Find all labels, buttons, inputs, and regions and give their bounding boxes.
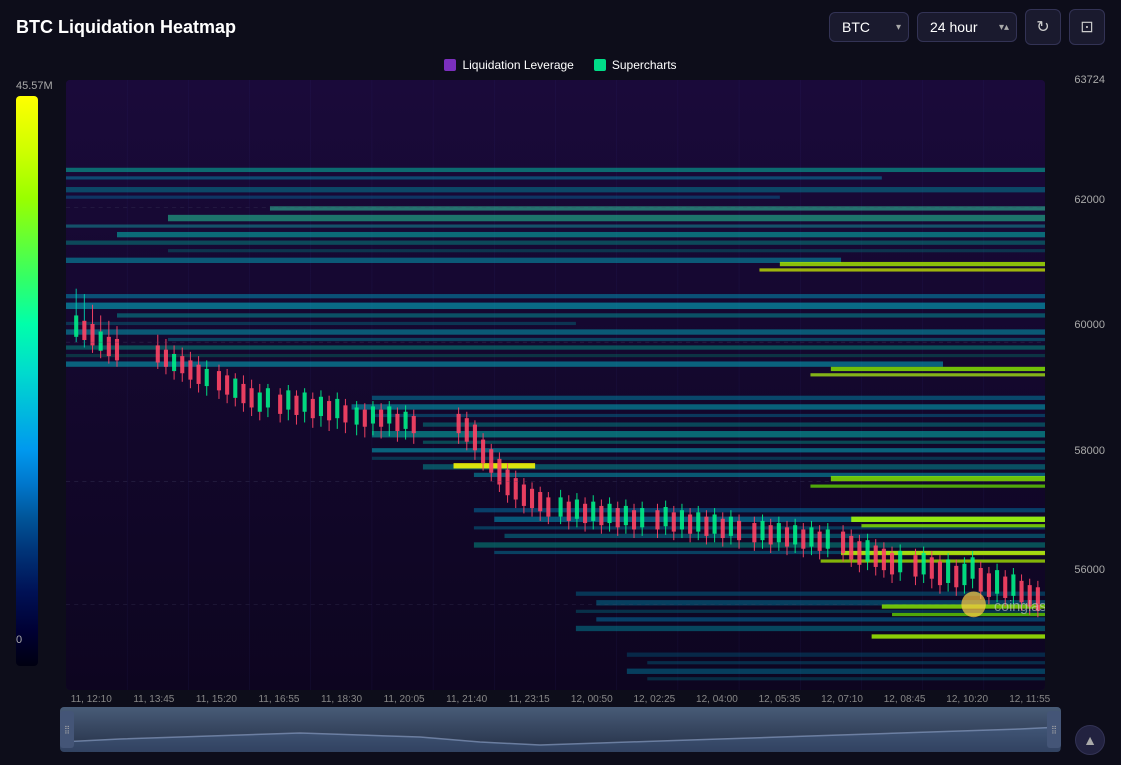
screenshot-button[interactable]: ⊡ xyxy=(1069,9,1105,45)
mini-chart[interactable] xyxy=(60,707,1061,752)
time-label-2: 11, 15:20 xyxy=(185,694,248,705)
time-label-8: 12, 00:50 xyxy=(561,694,624,705)
scroll-handle-right[interactable]: ⣿ xyxy=(1047,711,1061,748)
price-label-58000: 58000 xyxy=(1074,445,1105,457)
mini-chart-container: ⣿ ⣿ xyxy=(0,707,1121,762)
controls: BTC ETH SOL BNB ▾ 1 hour 4 hour 12 hour … xyxy=(829,9,1105,45)
heatmap-canvas: coinglass xyxy=(66,80,1045,690)
price-label-56000: 56000 xyxy=(1074,564,1105,576)
chart-legend: Liquidation Leverage Supercharts xyxy=(0,54,1121,80)
scroll-up-button[interactable]: ▲ xyxy=(1075,725,1105,755)
btc-select[interactable]: BTC ETH SOL BNB xyxy=(829,12,909,42)
color-bar-min-label: 0 xyxy=(16,634,66,646)
time-label-13: 12, 08:45 xyxy=(873,694,936,705)
time-label-7: 11, 23:15 xyxy=(498,694,561,705)
scroll-handle-left[interactable]: ⣿ xyxy=(60,711,74,748)
time-label-11: 12, 05:35 xyxy=(748,694,811,705)
header: BTC Liquidation Heatmap BTC ETH SOL BNB … xyxy=(0,0,1121,54)
page-title: BTC Liquidation Heatmap xyxy=(16,17,817,38)
time-label-1: 11, 13:45 xyxy=(123,694,186,705)
legend-dot-supercharts xyxy=(594,59,606,71)
time-label-4: 11, 18:30 xyxy=(310,694,373,705)
time-axis: 11, 12:10 11, 13:45 11, 15:20 11, 16:55 … xyxy=(0,690,1121,705)
time-label-0: 11, 12:10 xyxy=(60,694,123,705)
chevron-up-icon: ▲ xyxy=(1083,732,1097,748)
price-label-62000: 62000 xyxy=(1074,194,1105,206)
legend-label-supercharts: Supercharts xyxy=(612,58,677,72)
time-label-6: 11, 21:40 xyxy=(435,694,498,705)
refresh-icon: ↻ xyxy=(1036,17,1049,37)
price-label-63724: 63724 xyxy=(1074,74,1105,86)
time-label-15: 12, 11:55 xyxy=(998,694,1061,705)
color-bar xyxy=(16,96,38,666)
hour-selector[interactable]: 1 hour 4 hour 12 hour 24 hour 3 day 7 da… xyxy=(917,12,1017,42)
price-axis: 63724 62000 60000 58000 56000 xyxy=(1045,80,1105,650)
time-label-5: 11, 20:05 xyxy=(373,694,436,705)
mini-chart-svg xyxy=(60,707,1061,752)
price-label-60000: 60000 xyxy=(1074,319,1105,331)
color-bar-max-label: 45.57M xyxy=(16,80,66,92)
time-label-10: 12, 04:00 xyxy=(686,694,749,705)
hour-select[interactable]: 1 hour 4 hour 12 hour 24 hour 3 day 7 da… xyxy=(917,12,1017,42)
time-label-3: 11, 16:55 xyxy=(248,694,311,705)
camera-icon: ⊡ xyxy=(1080,17,1093,37)
legend-liquidation: Liquidation Leverage xyxy=(444,58,573,72)
legend-label-liquidation: Liquidation Leverage xyxy=(462,58,573,72)
time-label-14: 12, 10:20 xyxy=(936,694,999,705)
btc-selector[interactable]: BTC ETH SOL BNB ▾ xyxy=(829,12,909,42)
legend-supercharts: Supercharts xyxy=(594,58,677,72)
time-label-9: 12, 02:25 xyxy=(623,694,686,705)
legend-dot-liquidation xyxy=(444,59,456,71)
time-label-12: 12, 07:10 xyxy=(811,694,874,705)
heatmap-svg: coinglass xyxy=(66,80,1045,690)
svg-text:coinglass: coinglass xyxy=(994,599,1045,615)
chart-container: 45.57M 0 xyxy=(0,80,1121,690)
refresh-button[interactable]: ↻ xyxy=(1025,9,1061,45)
